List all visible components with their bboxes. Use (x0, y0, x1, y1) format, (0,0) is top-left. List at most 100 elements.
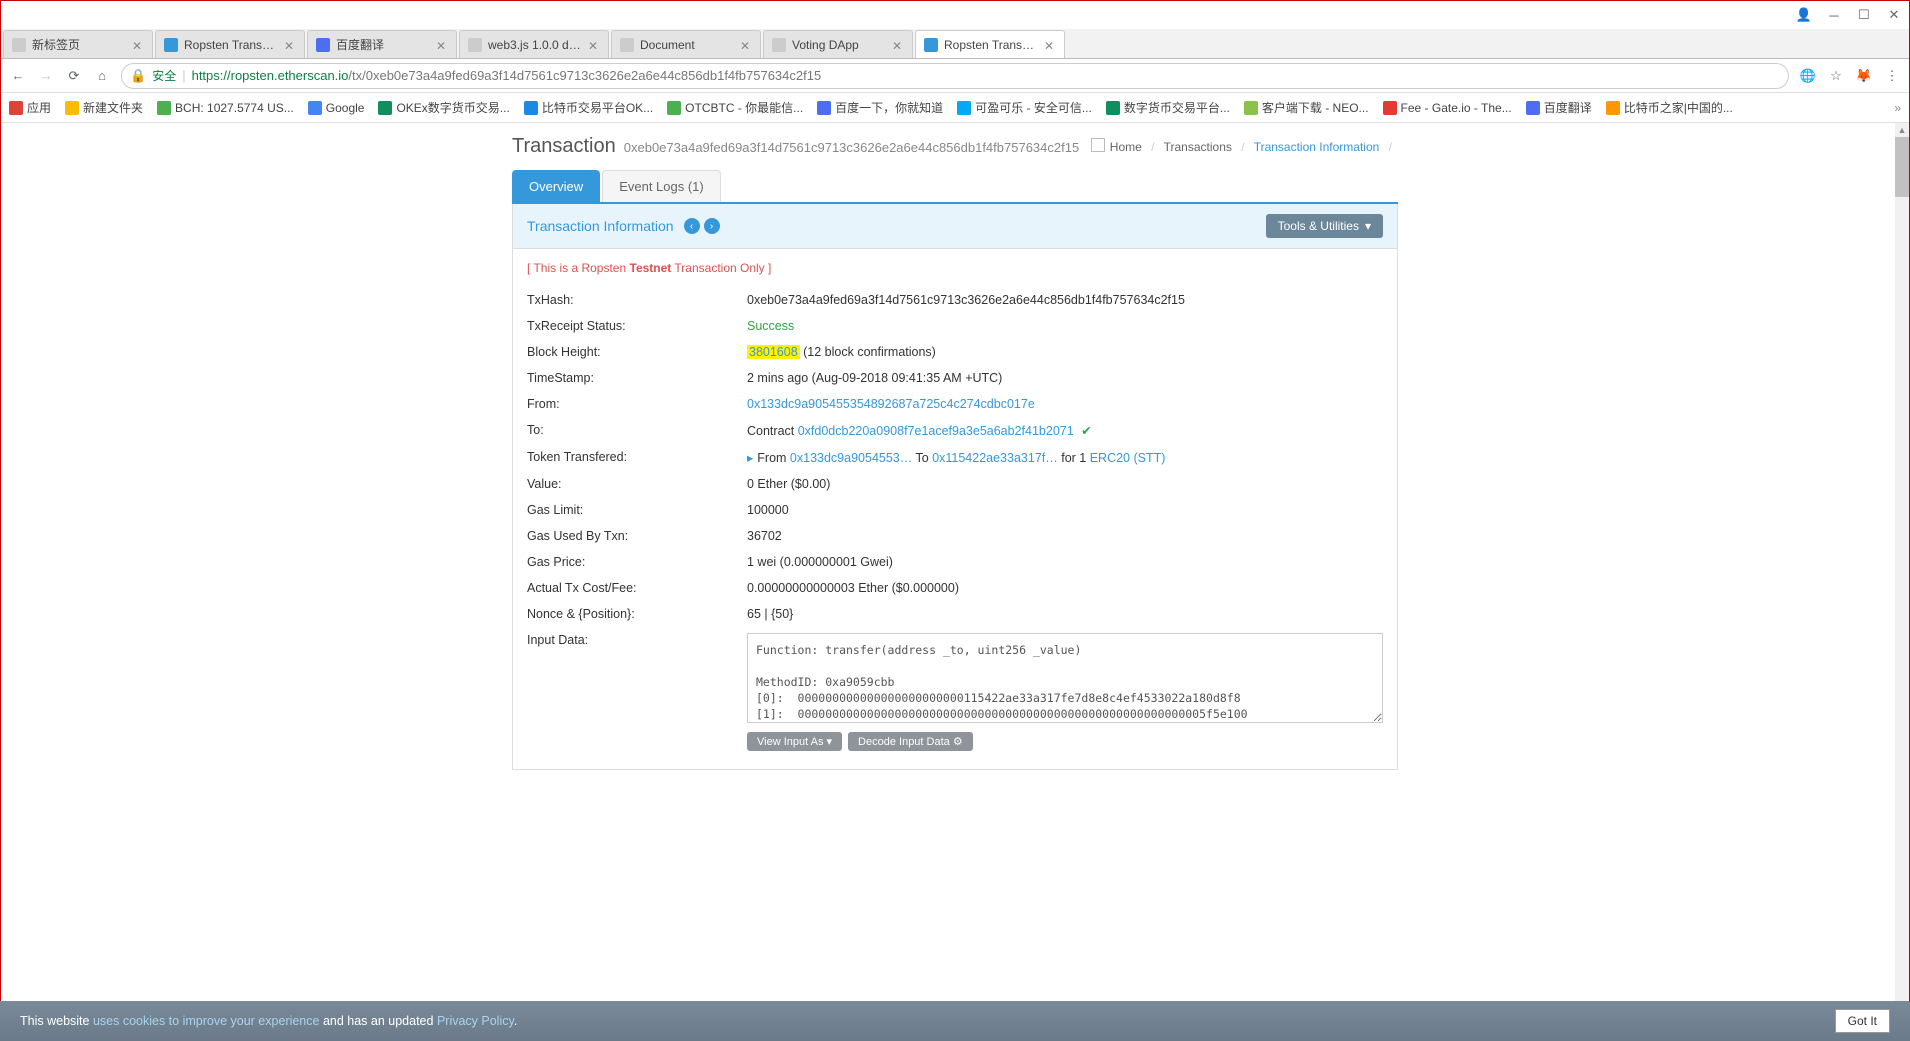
cookie-text: This website (20, 1014, 93, 1028)
menu-icon[interactable]: ⋮ (1883, 67, 1901, 85)
breadcrumb-transactions[interactable]: Transactions (1164, 140, 1232, 154)
bookmark-item[interactable]: 比特币之家|中国的... (1606, 99, 1733, 116)
view-input-as-button[interactable]: View Input As ▾ (747, 732, 842, 751)
label-value: Value: (527, 477, 747, 491)
tab-close-icon[interactable]: ✕ (132, 39, 144, 51)
tab-overview[interactable]: Overview (512, 170, 600, 202)
next-tx-icon[interactable]: › (704, 218, 720, 234)
transfer-from-link[interactable]: 0x133dc9a9054553… (790, 451, 912, 465)
got-it-button[interactable]: Got It (1835, 1009, 1890, 1033)
scroll-up-icon[interactable]: ▲ (1895, 123, 1909, 137)
bookmark-label: BCH: 1027.5774 US... (175, 101, 294, 115)
bookmark-label: 百度翻译 (1544, 99, 1592, 116)
tab-favicon (12, 38, 26, 52)
close-window-icon[interactable]: ✕ (1887, 8, 1901, 22)
bookmark-item[interactable]: 数字货币交易平台... (1106, 99, 1230, 116)
browser-tab[interactable]: 新标签页 ✕ (3, 30, 153, 58)
copy-icon[interactable] (1091, 138, 1105, 152)
bookmark-item[interactable]: OTCBTC - 你最能信... (667, 99, 803, 116)
minimize-icon[interactable]: ─ (1827, 8, 1841, 22)
forward-icon[interactable]: → (37, 67, 55, 85)
bookmark-favicon (957, 101, 971, 115)
bookmark-item[interactable]: Google (308, 101, 365, 115)
back-icon[interactable]: ← (9, 67, 27, 85)
value-timestamp: 2 mins ago (Aug-09-2018 09:41:35 AM +UTC… (747, 371, 1383, 385)
browser-tab[interactable]: Ropsten Transactions In... ✕ (155, 30, 305, 58)
bookmarks-overflow-icon[interactable]: » (1894, 101, 1901, 115)
transfer-to-link[interactable]: 0x115422ae33a317f… (932, 451, 1058, 465)
decode-input-data-button[interactable]: Decode Input Data ⚙ (848, 732, 973, 751)
label-token-transfered: Token Transfered: (527, 450, 747, 465)
breadcrumb-current[interactable]: Transaction Information (1254, 140, 1380, 154)
tab-close-icon[interactable]: ✕ (436, 39, 448, 51)
privacy-policy-link[interactable]: Privacy Policy (437, 1014, 514, 1028)
tab-favicon (164, 38, 178, 52)
browser-tab-active[interactable]: Ropsten Transaction 0x... ✕ (915, 30, 1065, 58)
bookmark-item[interactable]: OKEx数字货币交易... (378, 99, 509, 116)
tab-close-icon[interactable]: ✕ (1044, 39, 1056, 51)
bookmark-item[interactable]: 百度一下，你就知道 (817, 99, 943, 116)
tab-title: Document (640, 38, 734, 52)
label-block-height: Block Height: (527, 345, 747, 359)
block-number-link[interactable]: 3801608 (747, 345, 800, 359)
to-address-link[interactable]: 0xfd0dcb220a0908f7e1acef9a3e5a6ab2f41b20… (798, 424, 1074, 438)
value-gas-limit: 100000 (747, 503, 1383, 517)
user-icon[interactable]: 👤 (1797, 8, 1811, 22)
maximize-icon[interactable]: ☐ (1857, 8, 1871, 22)
value-txhash: 0xeb0e73a4a9fed69a3f14d7561c9713c3626e2a… (747, 293, 1383, 307)
bookmark-label: 客户端下载 - NEO... (1262, 99, 1369, 116)
bookmark-item[interactable]: 比特币交易平台OK... (524, 99, 653, 116)
breadcrumb: Home / Transactions / Transaction Inform… (1110, 140, 1398, 154)
cookie-link-1[interactable]: uses cookies to improve your experience (93, 1014, 320, 1028)
bookmark-item[interactable]: 新建文件夹 (65, 99, 143, 116)
translate-icon[interactable]: 🌐 (1799, 67, 1817, 85)
browser-tab[interactable]: Voting DApp ✕ (763, 30, 913, 58)
cookie-banner: This website uses cookies to improve you… (0, 1001, 1910, 1041)
browser-tab[interactable]: Document ✕ (611, 30, 761, 58)
lock-icon: 🔒 (130, 68, 146, 84)
label-tx-cost: Actual Tx Cost/Fee: (527, 581, 747, 595)
tab-close-icon[interactable]: ✕ (284, 39, 296, 51)
bookmark-item[interactable]: 可盈可乐 - 安全可信... (957, 99, 1092, 116)
reload-icon[interactable]: ⟳ (65, 67, 83, 85)
extension-icon[interactable]: 🦊 (1855, 67, 1873, 85)
bookmark-item[interactable]: Fee - Gate.io - The... (1383, 101, 1512, 115)
page-title: Transaction (512, 135, 616, 158)
bookmark-favicon (378, 101, 392, 115)
tab-event-logs[interactable]: Event Logs (1) (602, 170, 721, 202)
bookmark-item[interactable]: 客户端下载 - NEO... (1244, 99, 1369, 116)
scrollbar-thumb[interactable] (1895, 137, 1909, 197)
browser-tab[interactable]: 百度翻译 ✕ (307, 30, 457, 58)
bookmark-favicon (1106, 101, 1120, 115)
folder-icon (65, 101, 79, 115)
bookmark-favicon (1244, 101, 1258, 115)
bookmark-label: 数字货币交易平台... (1124, 99, 1230, 116)
value-gas-used: 36702 (747, 529, 1383, 543)
tab-close-icon[interactable]: ✕ (892, 39, 904, 51)
prev-tx-icon[interactable]: ‹ (684, 218, 700, 234)
bookmark-item[interactable]: 百度翻译 (1526, 99, 1592, 116)
transfer-arrow-icon: ▸ (747, 451, 753, 465)
value-value: 0 Ether ($0.00) (747, 477, 1383, 491)
apps-button[interactable]: 应用 (9, 99, 51, 116)
value-block-height: 3801608 (12 block confirmations) (747, 345, 1383, 359)
tab-close-icon[interactable]: ✕ (740, 39, 752, 51)
input-data-textarea[interactable] (747, 633, 1383, 723)
value-nonce: 65 | {50} (747, 607, 1383, 621)
chevron-down-icon: ▾ (827, 736, 833, 748)
tab-favicon (620, 38, 634, 52)
label-gas-limit: Gas Limit: (527, 503, 747, 517)
panel-title: Transaction Information ‹ › (527, 218, 720, 234)
from-address-link[interactable]: 0x133dc9a905455354892687a725c4c274cdbc01… (747, 397, 1035, 411)
tools-utilities-button[interactable]: Tools & Utilities ▾ (1266, 214, 1383, 238)
tab-close-icon[interactable]: ✕ (588, 39, 600, 51)
browser-tab[interactable]: web3.js 1.0.0 documen... ✕ (459, 30, 609, 58)
address-bar[interactable]: 🔒 安全 | https://ropsten.etherscan.io/tx/0… (121, 63, 1789, 89)
star-icon[interactable]: ☆ (1827, 67, 1845, 85)
page-scrollbar[interactable]: ▲ (1895, 123, 1909, 1023)
bookmark-item[interactable]: BCH: 1027.5774 US... (157, 101, 294, 115)
transfer-token-link[interactable]: ERC20 (STT) (1090, 451, 1166, 465)
breadcrumb-home[interactable]: Home (1110, 140, 1142, 154)
home-icon[interactable]: ⌂ (93, 67, 111, 85)
secure-label: 安全 (152, 67, 176, 84)
